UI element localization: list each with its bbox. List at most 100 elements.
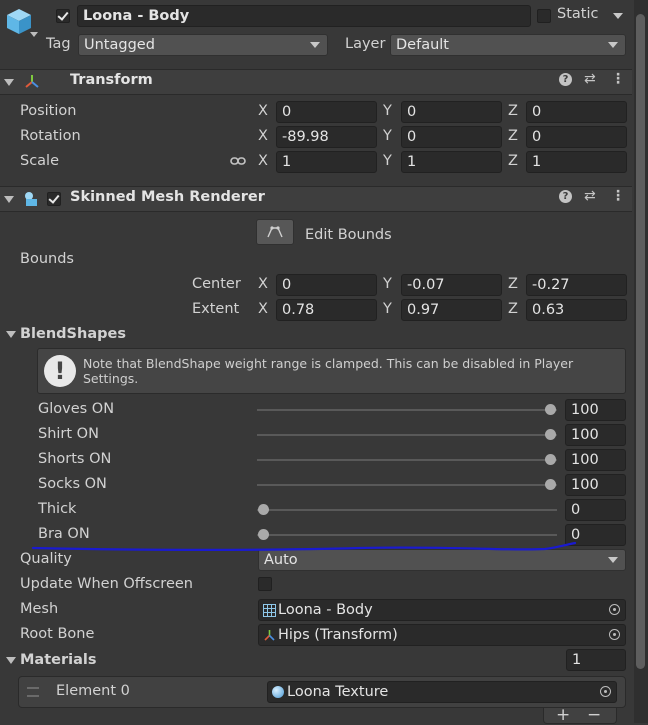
extent-y-field[interactable]: 0.97 [401, 299, 502, 321]
extent-z-field[interactable]: 0.63 [526, 299, 627, 321]
tag-dropdown[interactable]: Untagged [78, 34, 328, 56]
blendshape-slider-thumb[interactable] [258, 504, 269, 515]
blendshape-value-field[interactable]: 0 [565, 524, 626, 546]
blendshape-value-field[interactable]: 100 [565, 424, 626, 446]
blendshape-value-field[interactable]: 0 [565, 499, 626, 521]
kebab-menu-icon[interactable]: ⋮ [611, 71, 625, 87]
blendshape-value-field[interactable]: 100 [565, 399, 626, 421]
link-scale-icon[interactable] [230, 155, 246, 167]
rotation-label: Rotation [20, 128, 81, 144]
position-y-field[interactable]: 0 [401, 101, 502, 123]
static-dropdown-arrow[interactable] [613, 13, 623, 19]
blendshape-slider-track[interactable] [257, 484, 557, 486]
blendshape-name: Socks ON [38, 476, 107, 492]
position-y-axis-label: Y [383, 103, 392, 119]
blendshape-value-field[interactable]: 100 [565, 474, 626, 496]
center-x-field[interactable]: 0 [276, 274, 377, 296]
scale-y-field[interactable]: 1 [401, 151, 502, 173]
blendshape-slider-thumb[interactable] [545, 404, 556, 415]
layer-label: Layer [345, 36, 386, 52]
scale-z-axis-label: Z [508, 153, 518, 169]
update-offscreen-label: Update When Offscreen [20, 576, 193, 592]
foldout-arrow-icon[interactable] [4, 196, 14, 203]
warning-icon: ! [44, 355, 76, 387]
transform-icon [264, 630, 275, 641]
blendshape-slider-track[interactable] [257, 459, 557, 461]
extent-z-axis-label: Z [508, 301, 518, 317]
preset-icon[interactable]: ⇄ [584, 71, 596, 87]
extent-x-field[interactable]: 0.78 [276, 299, 377, 321]
rotation-x-field[interactable]: -89.98 [276, 126, 377, 148]
quality-dropdown[interactable]: Auto [258, 549, 626, 571]
materials-count-field[interactable]: 1 [566, 649, 626, 671]
update-offscreen-checkbox[interactable] [258, 577, 272, 591]
position-x-field[interactable]: 0 [276, 101, 377, 123]
blendshape-note-box: ! Note that BlendShape weight range is c… [37, 348, 626, 394]
chevron-down-icon [310, 42, 320, 48]
scale-x-field[interactable]: 1 [276, 151, 377, 173]
rotation-z-field[interactable]: 0 [526, 126, 627, 148]
materials-label[interactable]: Materials [20, 652, 97, 668]
blendshape-name: Thick [38, 501, 77, 517]
help-icon[interactable]: ? [559, 190, 572, 203]
object-picker-icon[interactable] [609, 629, 620, 640]
root-bone-value: Hips (Transform) [278, 627, 398, 643]
object-picker-icon[interactable] [600, 686, 611, 697]
tag-value: Untagged [84, 37, 155, 53]
mesh-icon [263, 604, 276, 617]
preset-icon[interactable]: ⇄ [584, 188, 596, 204]
materials-list: Element 0 Loona Texture [18, 676, 626, 708]
help-icon[interactable]: ? [559, 73, 572, 86]
transform-header[interactable]: Transform ? ⇄ ⋮ [0, 69, 632, 95]
blendshapes-label[interactable]: BlendShapes [20, 326, 126, 342]
skinned-mesh-renderer-header[interactable]: Skinned Mesh Renderer ? ⇄ ⋮ [0, 186, 632, 212]
blendshape-slider-track[interactable] [257, 534, 557, 536]
blendshape-slider-thumb[interactable] [545, 454, 556, 465]
edit-bounds-icon [267, 226, 283, 238]
mesh-object-field[interactable]: Loona - Body [258, 599, 626, 621]
root-bone-object-field[interactable]: Hips (Transform) [258, 624, 626, 646]
kebab-menu-icon[interactable]: ⋮ [611, 188, 625, 204]
scrollbar[interactable] [634, 0, 648, 723]
rotation-y-field[interactable]: 0 [401, 126, 502, 148]
blendshapes-foldout-arrow-icon[interactable] [6, 331, 16, 338]
renderer-enabled-checkbox[interactable] [47, 192, 61, 206]
blendshape-value-field[interactable]: 100 [565, 449, 626, 471]
drag-handle-icon[interactable] [27, 687, 39, 697]
position-z-field[interactable]: 0 [526, 101, 627, 123]
blendshape-slider-track[interactable] [257, 509, 557, 511]
static-checkbox[interactable] [537, 9, 551, 23]
object-picker-icon[interactable] [609, 604, 620, 615]
edit-bounds-label: Edit Bounds [305, 227, 392, 243]
foldout-arrow-icon[interactable] [4, 79, 14, 86]
center-z-field[interactable]: -0.27 [526, 274, 627, 296]
quality-label: Quality [20, 551, 72, 567]
element-0-label: Element 0 [56, 683, 130, 699]
blendshape-slider-thumb[interactable] [545, 429, 556, 440]
remove-element-button[interactable]: − [587, 705, 601, 725]
blendshape-slider-track[interactable] [257, 409, 557, 411]
materials-foldout-arrow-icon[interactable] [6, 657, 16, 664]
edit-bounds-button[interactable] [256, 219, 294, 245]
blendshape-name: Shirt ON [38, 426, 99, 442]
active-checkbox[interactable] [56, 9, 70, 23]
layer-dropdown[interactable]: Default [390, 34, 626, 56]
scrollbar-thumb[interactable] [636, 14, 645, 669]
rotation-z-axis-label: Z [508, 128, 518, 144]
blendshape-slider-track[interactable] [257, 434, 557, 436]
add-element-button[interactable]: + [556, 705, 570, 725]
center-y-axis-label: Y [383, 276, 392, 292]
mesh-label: Mesh [20, 601, 59, 617]
mesh-value: Loona - Body [278, 602, 373, 618]
extent-label: Extent [192, 301, 240, 317]
scale-z-field[interactable]: 1 [526, 151, 627, 173]
material-object-field[interactable]: Loona Texture [267, 681, 617, 703]
icon-dropdown-arrow[interactable] [30, 32, 38, 37]
center-x-axis-label: X [258, 276, 268, 292]
blendshape-slider-thumb[interactable] [545, 479, 556, 490]
extent-x-axis-label: X [258, 301, 268, 317]
center-y-field[interactable]: -0.07 [401, 274, 502, 296]
scale-x-axis-label: X [258, 153, 268, 169]
blendshape-slider-thumb[interactable] [258, 529, 269, 540]
object-name-input[interactable]: Loona - Body [77, 5, 531, 27]
